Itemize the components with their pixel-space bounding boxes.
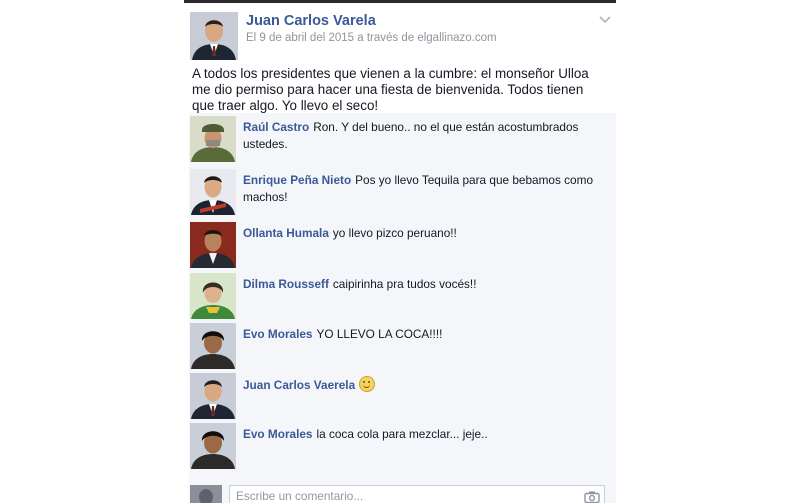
post-text: A todos los presidentes que vienen a la … (192, 66, 589, 113)
post-timestamp[interactable]: El 9 de abril del 2015 a través de elgal… (246, 32, 497, 44)
commenter-avatar[interactable] (190, 423, 236, 469)
comment-item: Ollanta Humala yo llevo pizco peruano!! (189, 222, 616, 272)
commenter-avatar[interactable] (190, 116, 236, 162)
comment-item: Evo Morales la coca cola para mezclar... … (189, 423, 616, 473)
comment-input[interactable] (229, 485, 605, 503)
commenter-avatar[interactable] (190, 273, 236, 319)
camera-icon[interactable] (584, 490, 600, 503)
smiley-icon (359, 376, 376, 392)
commenter-name[interactable]: Evo Morales (243, 427, 313, 441)
commenter-name[interactable]: Evo Morales (243, 327, 313, 341)
commenter-avatar[interactable] (190, 323, 236, 369)
comment-item: Evo Morales YO LLEVO LA COCA!!!! (189, 323, 616, 373)
comment-text: la coca cola para mezclar... jeje.. (316, 427, 488, 441)
post-header: Juan Carlos Varela El 9 de abril del 201… (190, 12, 614, 62)
comments-section: Raúl Castro Ron. Y del bueno.. no el que … (189, 113, 616, 503)
facebook-post: Juan Carlos Varela El 9 de abril del 201… (184, 0, 616, 503)
comment-composer (189, 481, 616, 503)
commenter-name[interactable]: Dilma Rousseff (243, 277, 329, 291)
commenter-avatar[interactable] (190, 169, 236, 215)
top-divider (184, 0, 616, 3)
comment-text: caipirinha pra tudos vocés!! (332, 277, 477, 291)
commenter-avatar[interactable] (190, 373, 236, 419)
comment-text: yo llevo pizco peruano!! (332, 226, 457, 240)
author-avatar[interactable] (190, 12, 238, 60)
current-user-avatar (190, 485, 222, 503)
commenter-name[interactable]: Enrique Peña Nieto (243, 173, 351, 187)
author-name[interactable]: Juan Carlos Varela (246, 13, 376, 29)
commenter-name[interactable]: Raúl Castro (243, 120, 309, 134)
comment-item: Dilma Rousseff caipirinha pra tudos vocés… (189, 273, 616, 323)
chevron-down-icon[interactable] (598, 13, 612, 25)
commenter-name[interactable]: Ollanta Humala (243, 226, 329, 240)
comment-item: Juan Carlos Vaerela (189, 373, 616, 423)
comment-item: Enrique Peña Nieto Pos yo llevo Tequila p… (189, 169, 616, 219)
comment-item: Raúl Castro Ron. Y del bueno.. no el que … (189, 116, 616, 166)
commenter-avatar[interactable] (190, 222, 236, 268)
comment-text: YO LLEVO LA COCA!!!! (316, 327, 443, 341)
commenter-name[interactable]: Juan Carlos Vaerela (243, 378, 355, 392)
